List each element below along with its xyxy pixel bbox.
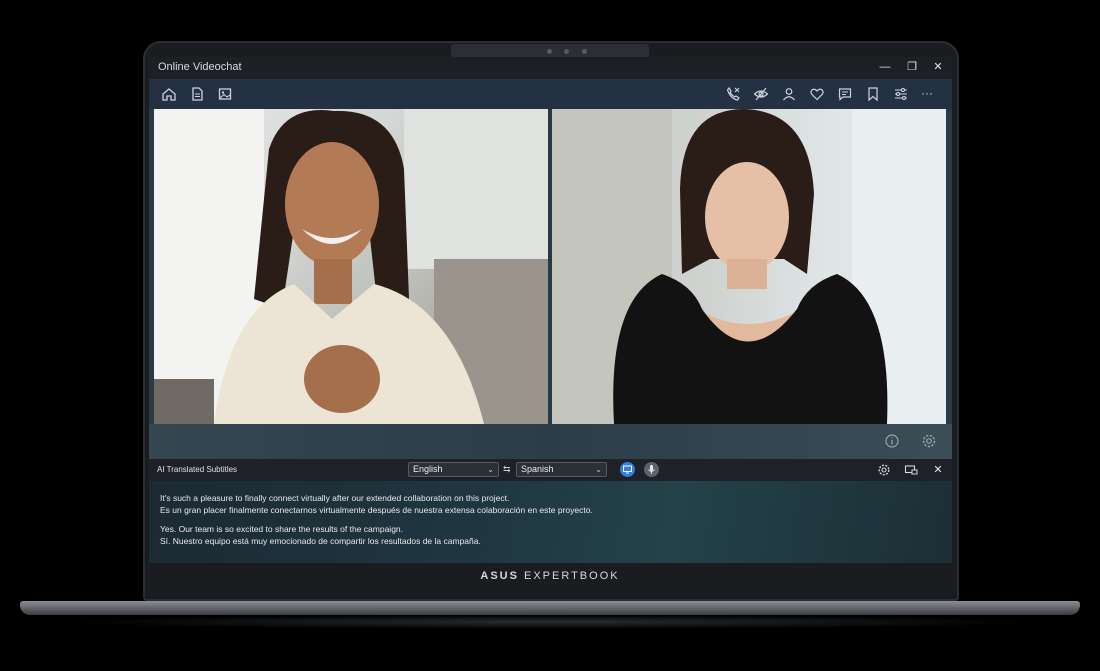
close-subtitles-icon[interactable]: ✕ xyxy=(931,463,945,477)
restore-button[interactable]: ❐ xyxy=(905,60,919,74)
target-language-select[interactable]: Spanish ⌄ xyxy=(516,462,607,477)
source-language-select[interactable]: English ⌄ xyxy=(408,462,499,477)
app-window: Online Videochat — ❐ ✕ ··· AI Translated… xyxy=(149,57,952,563)
window-title: Online Videochat xyxy=(158,61,242,73)
sliders-icon[interactable] xyxy=(893,86,909,102)
captions-panel: It's such a pleasure to finally connect … xyxy=(149,481,952,563)
caption-line: Yes. Our team is so excited to share the… xyxy=(160,524,404,534)
brand-logo: ASUS EXPERTBOOK xyxy=(0,570,1100,582)
video-footer xyxy=(149,424,952,459)
sensor-icon xyxy=(582,49,587,54)
close-button[interactable]: ✕ xyxy=(931,60,945,74)
minimize-button[interactable]: — xyxy=(878,60,892,74)
home-icon[interactable] xyxy=(161,86,177,102)
heart-icon[interactable] xyxy=(809,86,825,102)
target-language-value: Spanish xyxy=(521,464,554,474)
chat-icon[interactable] xyxy=(837,86,853,102)
title-bar: Online Videochat — ❐ ✕ xyxy=(149,57,952,79)
sensor-icon xyxy=(564,49,569,54)
display-icon[interactable] xyxy=(904,463,918,477)
laptop-shadow xyxy=(60,615,1040,629)
chevron-down-icon: ⌄ xyxy=(487,465,494,474)
image-icon[interactable] xyxy=(217,86,233,102)
gear-icon[interactable] xyxy=(921,433,937,449)
participant-portrait xyxy=(154,109,548,424)
person-icon[interactable] xyxy=(781,86,797,102)
subtitles-label: AI Translated Subtitles xyxy=(157,465,238,474)
brand-asus: ASUS xyxy=(480,570,519,582)
caption-line: Sí. Nuestro equipo está muy emocionado d… xyxy=(160,536,481,546)
participant-video-left xyxy=(154,109,548,424)
brand-expertbook: EXPERTBOOK xyxy=(524,570,620,582)
toolbar: ··· xyxy=(149,79,952,109)
source-language-value: English xyxy=(413,464,443,474)
microphone-button[interactable] xyxy=(644,462,659,477)
call-icon[interactable] xyxy=(725,86,741,102)
participant-portrait xyxy=(552,109,946,424)
caption-line: Es un gran placer finalmente conectarnos… xyxy=(160,505,593,515)
laptop-base xyxy=(20,601,1080,615)
hide-icon[interactable] xyxy=(753,86,769,102)
bookmark-icon[interactable] xyxy=(865,86,881,102)
info-icon[interactable] xyxy=(884,433,900,449)
document-icon[interactable] xyxy=(189,86,205,102)
caption-line: It's such a pleasure to finally connect … xyxy=(160,493,510,503)
swap-languages-icon[interactable]: ⇆ xyxy=(503,464,511,475)
chevron-down-icon: ⌄ xyxy=(595,465,602,474)
camera-icon xyxy=(547,49,552,54)
participant-video-right xyxy=(552,109,946,424)
webcam-bar xyxy=(451,44,649,58)
gear-icon[interactable] xyxy=(877,463,891,477)
video-area xyxy=(149,109,952,459)
more-icon[interactable]: ··· xyxy=(921,86,937,102)
subtitle-bar: AI Translated Subtitles English ⌄ ⇆ Span… xyxy=(149,459,952,481)
screen-translate-button[interactable] xyxy=(620,462,635,477)
